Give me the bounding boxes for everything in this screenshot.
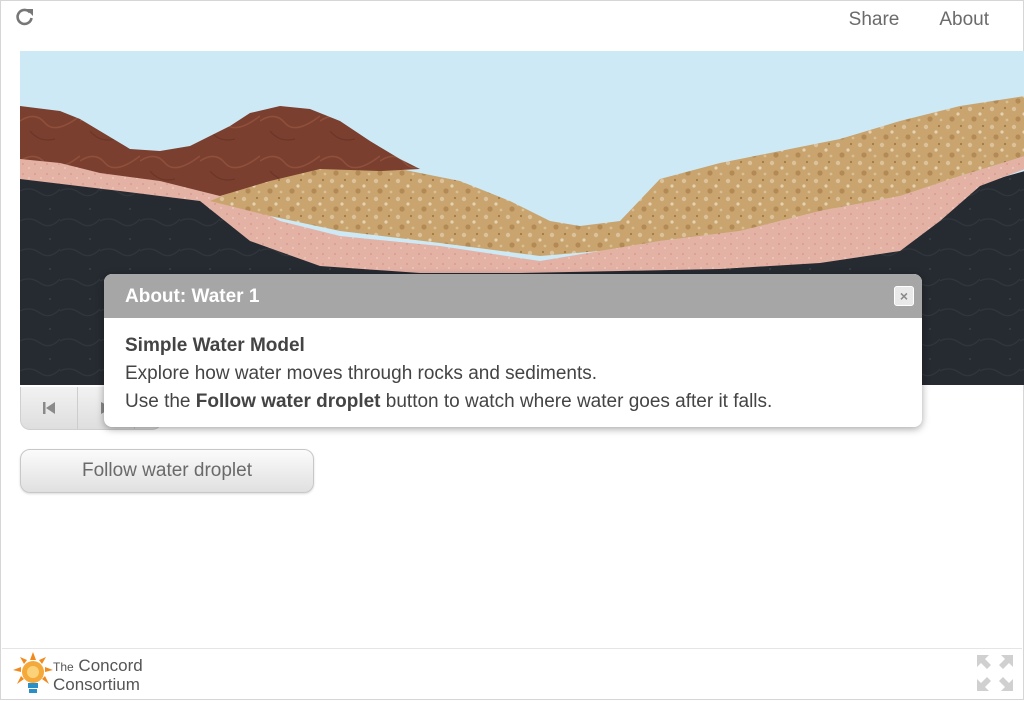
footer-divider <box>2 648 1022 649</box>
instruction-suffix: button to watch where water goes after i… <box>380 391 773 412</box>
about-link[interactable]: About <box>939 9 989 31</box>
logo-the: The <box>53 660 74 674</box>
close-icon[interactable]: × <box>894 286 914 306</box>
dialog-instruction: Use the Follow water droplet button to w… <box>125 388 901 416</box>
reload-icon[interactable] <box>15 7 35 27</box>
dialog-title: About: Water 1 <box>125 286 260 307</box>
skip-back-icon <box>43 402 55 414</box>
share-link[interactable]: Share <box>849 9 900 31</box>
logo-concord: Concord <box>78 656 143 675</box>
dialog-header: About: Water 1 × <box>104 274 922 318</box>
dialog-body: Simple Water Model Explore how water mov… <box>104 318 922 416</box>
instruction-button-name: Follow water droplet <box>195 391 381 412</box>
dialog-heading: Simple Water Model <box>125 335 305 356</box>
top-nav: Share About <box>849 9 989 31</box>
lightbulb-icon <box>13 652 53 693</box>
dialog-description: Explore how water moves through rocks an… <box>125 363 598 384</box>
app-frame: Share About Follow water droplet About: … <box>0 0 1024 700</box>
logo-wordmark: The Concord Consortium <box>53 657 143 693</box>
logo-consortium: Consortium <box>53 675 140 694</box>
instruction-prefix: Use the <box>125 391 196 412</box>
follow-water-droplet-button[interactable]: Follow water droplet <box>20 449 314 493</box>
fullscreen-icon[interactable] <box>975 653 1015 693</box>
about-dialog: About: Water 1 × Simple Water Model Expl… <box>104 274 922 427</box>
reset-button[interactable] <box>21 387 78 429</box>
